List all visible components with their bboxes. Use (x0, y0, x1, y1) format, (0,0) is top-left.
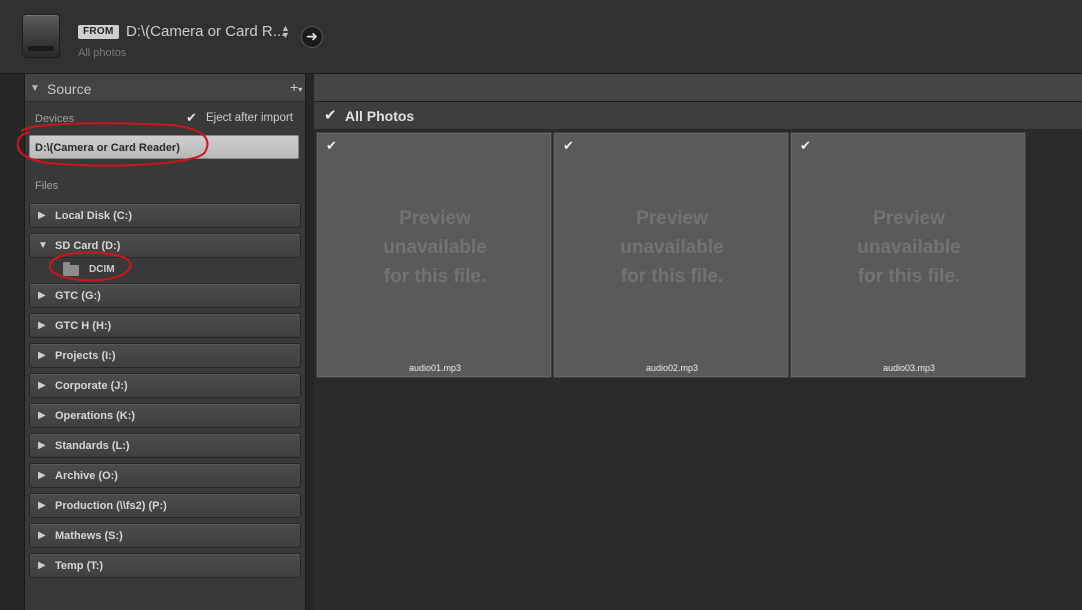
eject-label: Eject after import (206, 112, 293, 124)
volume-operations-k[interactable]: ▶ Operations (K:) (29, 403, 301, 428)
expand-triangle-icon[interactable]: ▶ (38, 500, 46, 511)
expand-triangle-icon[interactable]: ▶ (38, 350, 46, 361)
thumbnail-cell[interactable]: ✔ Preview unavailable for this file. aud… (553, 132, 789, 378)
volume-sd-card-d[interactable]: ▼ SD Card (D:) (29, 233, 301, 258)
eject-checkbox[interactable]: ✔ (186, 110, 197, 126)
preview-unavailable-text: Preview unavailable for this file. (857, 208, 961, 287)
device-item[interactable]: D:\(Camera or Card Reader) (29, 135, 299, 159)
volume-temp-t[interactable]: ▶ Temp (T:) (29, 553, 301, 578)
devices-label: Devices (35, 113, 75, 125)
thumbnail-filename: audio03.mp3 (882, 363, 936, 373)
volume-label: Mathews (S:) (55, 530, 123, 542)
thumbnail-filename: audio02.mp3 (645, 363, 699, 373)
volume-label: GTC (G:) (55, 290, 101, 302)
drive-icon[interactable] (22, 14, 60, 58)
device-label: D:\(Camera or Card Reader) (35, 142, 180, 154)
preview-unavailable-text: Preview unavailable for this file. (620, 208, 724, 287)
plus-icon[interactable]: +▾ (290, 80, 302, 97)
preview-unavailable-text: Preview unavailable for this file. (383, 208, 487, 287)
thumbnail-checkbox[interactable]: ✔ (326, 138, 337, 154)
folder-icon (63, 262, 79, 276)
from-badge: FROM (78, 25, 119, 39)
source-panel-header[interactable]: ▼ Source +▾ (25, 74, 305, 102)
folder-label: DCIM (89, 264, 115, 275)
volume-label: Corporate (J:) (55, 380, 128, 392)
volume-label: Archive (O:) (55, 470, 118, 482)
volume-label: Projects (I:) (55, 350, 116, 362)
expand-triangle-icon[interactable]: ▶ (38, 470, 46, 481)
expand-triangle-icon[interactable]: ▶ (38, 410, 46, 421)
thumbnail-cell[interactable]: ✔ Preview unavailable for this file. aud… (316, 132, 552, 378)
expand-triangle-icon[interactable]: ▶ (38, 560, 46, 571)
thumbnail-filename: audio01.mp3 (408, 363, 462, 373)
volume-projects-i[interactable]: ▶ Projects (I:) (29, 343, 301, 368)
thumbnail-checkbox[interactable]: ✔ (563, 138, 574, 154)
volume-label: Production (\\fs2) (P:) (55, 500, 167, 512)
thumbnail-grid: ✔ Preview unavailable for this file. aud… (314, 130, 1082, 610)
volume-label: GTC H (H:) (55, 320, 112, 332)
volume-production-p[interactable]: ▶ Production (\\fs2) (P:) (29, 493, 301, 518)
volume-gtc-g[interactable]: ▶ GTC (G:) (29, 283, 301, 308)
expand-triangle-icon[interactable]: ▶ (38, 290, 46, 301)
volume-mathews-s[interactable]: ▶ Mathews (S:) (29, 523, 301, 548)
dropdown-arrows-icon[interactable]: ▲ ▼ (281, 24, 290, 40)
folder-dcim[interactable]: DCIM (29, 260, 301, 280)
arrow-right-icon[interactable]: ➜ (301, 26, 323, 48)
files-label: Files (35, 180, 59, 192)
main-toolbar-strip (314, 74, 1082, 102)
volume-label: Local Disk (C:) (55, 210, 133, 222)
expand-triangle-icon[interactable]: ▶ (38, 530, 46, 541)
expand-triangle-icon[interactable]: ▶ (38, 380, 46, 391)
source-panel: ▼ Source +▾ Devices ✔ Eject after import… (24, 74, 306, 610)
volume-label: Temp (T:) (55, 560, 104, 572)
volume-corporate-j[interactable]: ▶ Corporate (J:) (29, 373, 301, 398)
thumbnail-cell[interactable]: ✔ Preview unavailable for this file. aud… (790, 132, 1026, 378)
expand-triangle-icon[interactable]: ▶ (38, 440, 46, 451)
source-subtitle: All photos (78, 47, 127, 59)
thumbnail-checkbox[interactable]: ✔ (800, 138, 811, 154)
source-path-dropdown[interactable]: D:\(Camera or Card R... (126, 23, 285, 40)
collapse-triangle-icon[interactable]: ▼ (38, 240, 48, 251)
volume-local-disk-c[interactable]: ▶ Local Disk (C:) (29, 203, 301, 228)
all-photos-header: ✔ All Photos (314, 102, 1082, 130)
all-photos-checkbox[interactable]: ✔ (324, 106, 337, 124)
collapse-triangle-icon[interactable]: ▼ (30, 83, 40, 94)
left-panel: ▼ Source +▾ Devices ✔ Eject after import… (0, 74, 314, 610)
all-photos-label: All Photos (345, 108, 415, 124)
volume-label: SD Card (D:) (55, 240, 121, 252)
volume-gtc-h[interactable]: ▶ GTC H (H:) (29, 313, 301, 338)
volume-label: Operations (K:) (55, 410, 136, 422)
volume-standards-l[interactable]: ▶ Standards (L:) (29, 433, 301, 458)
source-panel-title: Source (47, 81, 92, 97)
volume-label: Standards (L:) (55, 440, 130, 452)
expand-triangle-icon[interactable]: ▶ (38, 320, 46, 331)
import-header: FROM D:\(Camera or Card R... ▲ ▼ All phot… (0, 0, 1082, 74)
expand-triangle-icon[interactable]: ▶ (38, 210, 46, 221)
volume-archive-o[interactable]: ▶ Archive (O:) (29, 463, 301, 488)
